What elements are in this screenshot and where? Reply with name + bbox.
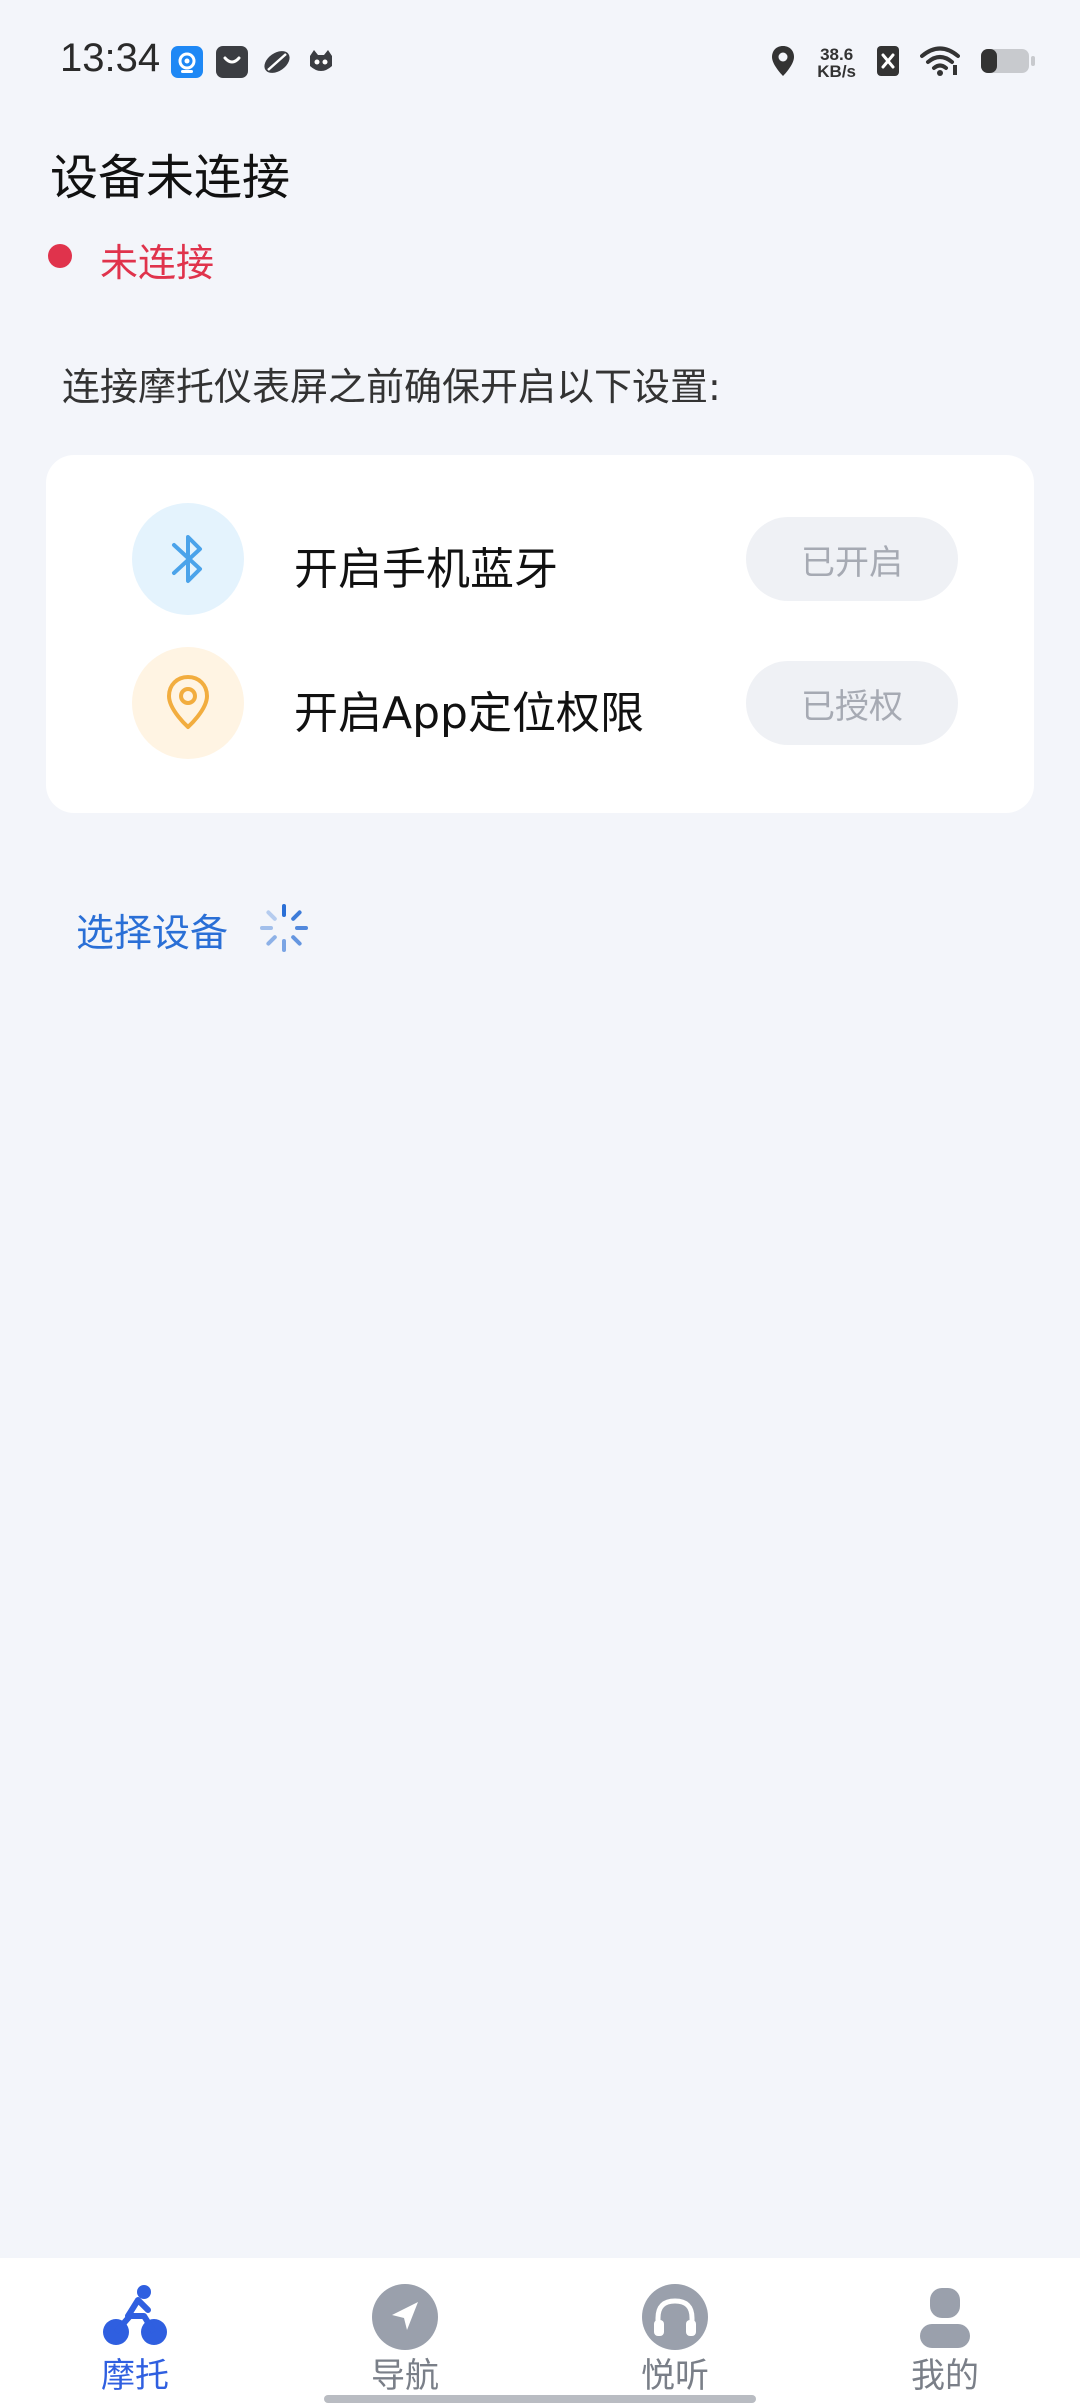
- bluetooth-enabled-button[interactable]: 已开启: [746, 517, 958, 601]
- nav-label-profile: 我的: [911, 2356, 979, 2396]
- nav-label-motorbike: 摩托: [101, 2356, 169, 2396]
- nav-label-navigation: 导航: [371, 2356, 439, 2396]
- setup-instructions: 连接摩托仪表屏之前确保开启以下设置:: [62, 365, 721, 409]
- motorbike-icon: [100, 2282, 170, 2352]
- net-speed-unit: KB/s: [817, 62, 856, 81]
- status-bar: 13:34 38.6 KB/s: [0, 0, 1080, 128]
- status-right-group: 38.6 KB/s: [769, 38, 1036, 88]
- nav-label-listen: 悦听: [641, 2356, 709, 2396]
- navigation-icon: [370, 2282, 440, 2352]
- loading-spinner-icon: [258, 902, 310, 954]
- nav-tab-listen[interactable]: 悦听: [540, 2258, 810, 2408]
- app-icon-blue: [171, 46, 203, 78]
- connection-status-text: 未连接: [100, 241, 215, 285]
- connection-status-dot: [48, 244, 72, 268]
- page-title: 设备未连接: [50, 150, 291, 206]
- app-icon-leaf: [261, 46, 293, 78]
- location-pin-icon: [132, 647, 244, 759]
- location-authorized-button[interactable]: 已授权: [746, 661, 958, 745]
- app-icon-cat: [305, 46, 337, 78]
- nav-tab-navigation[interactable]: 导航: [270, 2258, 540, 2408]
- home-indicator[interactable]: [324, 2395, 756, 2403]
- profile-icon: [910, 2282, 980, 2352]
- headphones-icon: [640, 2282, 710, 2352]
- app-icon-bag: [216, 46, 248, 78]
- bottom-nav: 摩托 导航 悦听 我的: [0, 2258, 1080, 2408]
- net-speed-value: 38.6: [820, 45, 854, 64]
- nav-tab-profile[interactable]: 我的: [810, 2258, 1080, 2408]
- sim-off-icon: [876, 45, 900, 81]
- setting-row-bluetooth: 开启手机蓝牙 已开启: [46, 499, 1034, 619]
- setting-label-bluetooth: 开启手机蓝牙: [294, 544, 558, 595]
- setting-row-location: 开启App定位权限 已授权: [46, 643, 1034, 763]
- setting-label-location: 开启App定位权限: [294, 688, 644, 739]
- select-device-link[interactable]: 选择设备: [76, 902, 228, 957]
- bluetooth-icon: [132, 503, 244, 615]
- location-icon: [769, 44, 797, 82]
- settings-card: 开启手机蓝牙 已开启 开启App定位权限 已授权: [46, 455, 1034, 813]
- status-time: 13:34: [60, 36, 161, 80]
- nav-tab-motorbike[interactable]: 摩托: [0, 2258, 270, 2408]
- battery-icon: [980, 46, 1036, 80]
- net-speed: 38.6 KB/s: [817, 46, 856, 80]
- wifi-icon: [920, 45, 960, 81]
